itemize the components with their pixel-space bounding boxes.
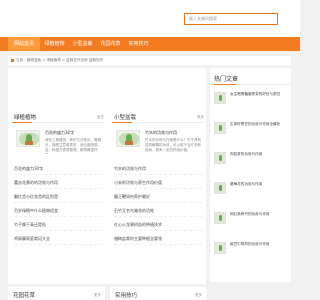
featured-thumbnail[interactable] (16, 130, 40, 147)
list-item[interactable]: 小米的功效与养生作用价值 (114, 177, 202, 189)
plant-image (219, 125, 222, 131)
nav-item-tips[interactable]: 实用技巧 (126, 37, 151, 51)
more-link[interactable]: 更多 (197, 115, 204, 120)
list-item[interactable]: 蕾丝花黄的的功效与作用 (14, 177, 102, 189)
sidebar-link[interactable]: 女生喝黑糖姜枣茶的好处与禁忌 (230, 92, 288, 97)
home-icon (11, 59, 14, 62)
thumbnail-image[interactable] (214, 182, 226, 194)
sidebar-title: 热门文章 (214, 76, 239, 83)
sidebar-link[interactable]: 肉桂茶的功效与作用 (230, 152, 288, 157)
sidebar-link[interactable]: 生菜籽黑豆的功效与作用全解析 (230, 122, 288, 127)
column-tips: 实用技巧 更多 (110, 287, 206, 300)
plant-image (219, 215, 222, 221)
thumbnail-image[interactable] (214, 122, 226, 134)
list-item[interactable]: 红心火龙果树苗的种植技术 (114, 219, 202, 231)
featured-description: 绿化工程植物，养护方法常见，周期长，施肥注意事项多，适合庭院观赏，种植方便易管理… (45, 138, 101, 154)
search-input[interactable] (185, 14, 277, 24)
main-content: 绿植植物 更多 百花的盛力30字 绿化工程植物，养护方法常见，周期长，施肥注意事… (8, 68, 206, 284)
list-item[interactable]: 竹子属于高还是低 (14, 219, 102, 231)
nav-item-home[interactable]: 网站首页 (8, 37, 40, 51)
sidebar-link[interactable]: 扁豆中草药的功效与作用 (230, 242, 288, 247)
list-item[interactable]: 百花的盛力30字 (14, 163, 102, 175)
featured-description: 竹木的功效与作用是什么？竹子具有祛风解毒的功效，可以用于治疗多种疾病，具有一定的… (145, 138, 201, 152)
thumbnail-image[interactable] (214, 92, 226, 104)
breadcrumb-text[interactable]: 当前：植物盆栽 > 绿植植物 > 盆栽花卉品种 盆栽知识 (16, 58, 103, 62)
nav-item-small-bonsai[interactable]: 小型盆栽 (70, 37, 95, 51)
thumbnail-image[interactable] (214, 242, 226, 254)
featured-title[interactable]: 竹木的功效与作用 (145, 130, 177, 136)
list-item[interactable]: 翻红苋与红花苋的区别是 (14, 191, 102, 203)
list-item[interactable]: 霸王鞭如何养护最好 (114, 191, 202, 203)
plant-image (219, 185, 222, 191)
column-title[interactable]: 绿植植物 (14, 113, 36, 121)
pot-image (125, 141, 133, 145)
column-title[interactable]: 实用技巧 (115, 291, 137, 299)
title-underline (112, 122, 132, 123)
list-item[interactable]: 腊梅盆栽的主要种植全要领 (114, 233, 202, 245)
list-item[interactable]: 石竹又名鸟巢花的功效 (114, 205, 202, 217)
main-nav: 网站首页 绿植植物 小型盆栽 花园花草 实用技巧 (0, 37, 300, 51)
featured-thumbnail[interactable] (116, 130, 140, 147)
plant-image (219, 245, 222, 251)
nav-item-green-plants[interactable]: 绿植植物 (42, 37, 67, 51)
thumbnail-image[interactable] (214, 152, 226, 164)
search-box (184, 13, 278, 25)
more-link[interactable]: 更多 (195, 293, 202, 298)
nav-item-garden-flowers[interactable]: 花园花草 (98, 37, 123, 51)
sidebar-link[interactable]: 腊梅花的功效与作用 (230, 182, 288, 187)
plant-image (219, 155, 222, 161)
title-underline (214, 84, 236, 85)
header (0, 0, 300, 37)
column-title[interactable]: 小型盆栽 (114, 113, 136, 121)
title-underline (12, 122, 32, 123)
breadcrumb: 当前：植物盆栽 > 绿植植物 > 盆栽花卉品种 盆栽知识 (8, 56, 291, 65)
more-link[interactable]: 更多 (94, 293, 101, 298)
sidebar-link[interactable]: 网红新奇丹的功效与作用 (230, 212, 288, 217)
more-link[interactable]: 更多 (97, 115, 104, 120)
list-item[interactable]: 鸡屎藤家庭栽培大全 (14, 233, 102, 245)
plant-image (219, 95, 222, 101)
column-header: 绿植植物 更多 (12, 112, 104, 123)
sidebar-divider (210, 84, 291, 85)
list-item[interactable]: 百岁绿植中什么植物适宜 (14, 205, 102, 217)
thumbnail-image[interactable] (214, 212, 226, 224)
column-garden-flowers: 花园花草 更多 (8, 287, 105, 300)
sidebar: 热门文章 女生喝黑糖姜枣茶的好处与禁忌 生菜籽黑豆的功效与作用全解析 肉桂茶的功… (210, 68, 291, 282)
column-title[interactable]: 花园花草 (13, 291, 35, 299)
list-item[interactable]: 竹木的功效与作用 (114, 163, 202, 175)
pot-image (25, 141, 33, 145)
featured-title[interactable]: 百花的盛力30字 (45, 130, 74, 136)
column-header: 小型盆栽 更多 (112, 112, 204, 123)
